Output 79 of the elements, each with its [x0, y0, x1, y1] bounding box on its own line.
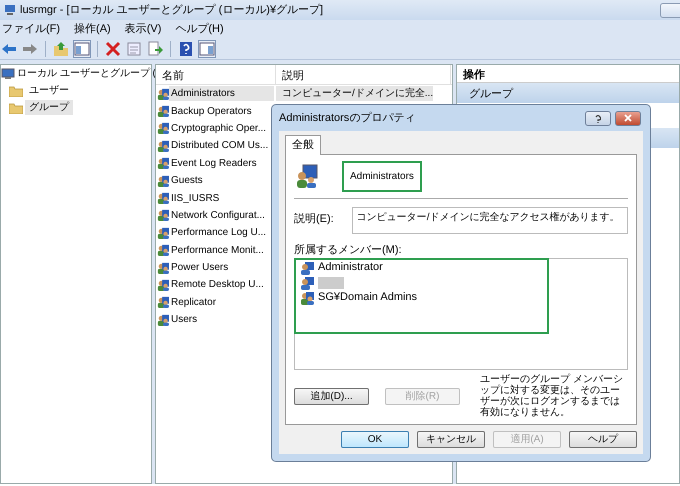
- computer-icon: [1, 68, 15, 80]
- description-field[interactable]: コンピューター/ドメインに完全なアクセス権があります。: [352, 206, 628, 234]
- group-name[interactable]: Guests: [169, 173, 274, 188]
- group-icon: [157, 140, 169, 152]
- action-pane-icon: [199, 40, 215, 56]
- folder-icon: [9, 84, 23, 96]
- group-name[interactable]: Performance Log U...: [169, 225, 274, 240]
- dialog-button[interactable]: キャンセル: [417, 431, 485, 448]
- menu-item[interactable]: ファイル(F): [2, 20, 60, 38]
- group-icon: [157, 278, 169, 291]
- member-name[interactable]: SG¥Domain Admins: [318, 289, 418, 306]
- group-icon: [300, 290, 314, 304]
- group-icon: [157, 122, 169, 134]
- group-name[interactable]: Backup Operators: [169, 104, 274, 119]
- description-label: 説明(E):: [294, 212, 334, 226]
- group-icon: [157, 314, 169, 326]
- group-name[interactable]: Power Users: [169, 260, 274, 276]
- group-name[interactable]: Network Configurat...: [169, 208, 274, 223]
- group-name[interactable]: Replicator: [169, 294, 274, 310]
- actionpane-button[interactable]: [198, 40, 216, 58]
- dialog-tab[interactable]: 全般: [285, 135, 321, 154]
- help-icon: [178, 40, 194, 56]
- group-name[interactable]: Event Log Readers: [169, 156, 274, 171]
- user-icon: [300, 276, 314, 290]
- group-icon: [157, 244, 169, 256]
- group-name[interactable]: Cryptographic Oper...: [169, 120, 274, 136]
- tree-item[interactable]: グループ: [25, 100, 73, 115]
- folder-up-icon: [53, 40, 69, 56]
- group-name[interactable]: Remote Desktop U...: [169, 277, 274, 292]
- delete-icon: [105, 40, 121, 56]
- group-icon: [157, 192, 169, 204]
- menu-item[interactable]: ヘルプ(H): [175, 20, 224, 38]
- group-icon: [157, 157, 169, 170]
- members-list[interactable]: Administrator SG¥Domain Admins: [294, 258, 628, 370]
- question-icon: [595, 114, 601, 122]
- close-icon: [624, 114, 632, 122]
- group-icon: [157, 209, 169, 222]
- group-icon: [157, 88, 169, 100]
- group-name[interactable]: Performance Monit...: [169, 242, 274, 258]
- group-icon: [157, 296, 169, 308]
- help-button[interactable]: [177, 40, 195, 58]
- dialog-button[interactable]: OK: [341, 431, 409, 448]
- group-name[interactable]: Distributed COM Us...: [169, 138, 274, 154]
- dialog-title: Administratorsのプロパティ: [279, 110, 416, 126]
- properties-icon: [126, 40, 142, 56]
- group-icon: [296, 164, 318, 188]
- minimize-button[interactable]: [660, 2, 680, 18]
- window-title: lusrmgr - [ローカル ユーザーとグループ (ローカル)¥グループ]: [20, 2, 324, 18]
- group-name-field[interactable]: Administrators: [342, 160, 422, 192]
- group-name[interactable]: IIS_IUSRS: [169, 190, 274, 206]
- group-icon: [157, 105, 169, 118]
- dialog-button[interactable]: ヘルプ: [569, 431, 637, 448]
- tree-button[interactable]: [73, 40, 91, 58]
- help-button[interactable]: [585, 110, 611, 126]
- app-icon: [4, 4, 16, 16]
- members-label: 所属するメンバー(M):: [294, 242, 403, 258]
- group-name[interactable]: Administrators: [169, 86, 274, 102]
- menu-item[interactable]: 操作(A): [74, 20, 111, 38]
- note-text: ユーザーのグループ メンバーシップに対する変更は、そのユーザーが次にログオンするまでは有効になりません。: [480, 374, 624, 418]
- properties-button[interactable]: [125, 40, 143, 58]
- folder-icon: [9, 102, 23, 114]
- tree-item[interactable]: ユーザー: [25, 83, 73, 98]
- member-name[interactable]: Administrator: [318, 259, 383, 276]
- delete-button[interactable]: [104, 40, 122, 58]
- dialog-button[interactable]: 追加(D)...: [294, 388, 369, 404]
- column-header[interactable]: 名前: [156, 65, 276, 84]
- group-icon: [157, 226, 169, 239]
- group-icon: [157, 174, 169, 187]
- menu-item[interactable]: 表示(V): [124, 20, 162, 38]
- export-button[interactable]: [146, 40, 164, 58]
- tree-pane-icon: [74, 40, 90, 56]
- close-button[interactable]: [615, 110, 641, 126]
- export-icon: [147, 40, 163, 56]
- group-description: コンピューター/ドメインに完全...: [276, 86, 434, 102]
- group-icon: [157, 262, 169, 274]
- user-icon: [300, 260, 314, 274]
- group-name[interactable]: Users: [169, 312, 274, 328]
- column-header[interactable]: 説明: [276, 65, 451, 84]
- action-section-header[interactable]: グループ: [457, 83, 679, 103]
